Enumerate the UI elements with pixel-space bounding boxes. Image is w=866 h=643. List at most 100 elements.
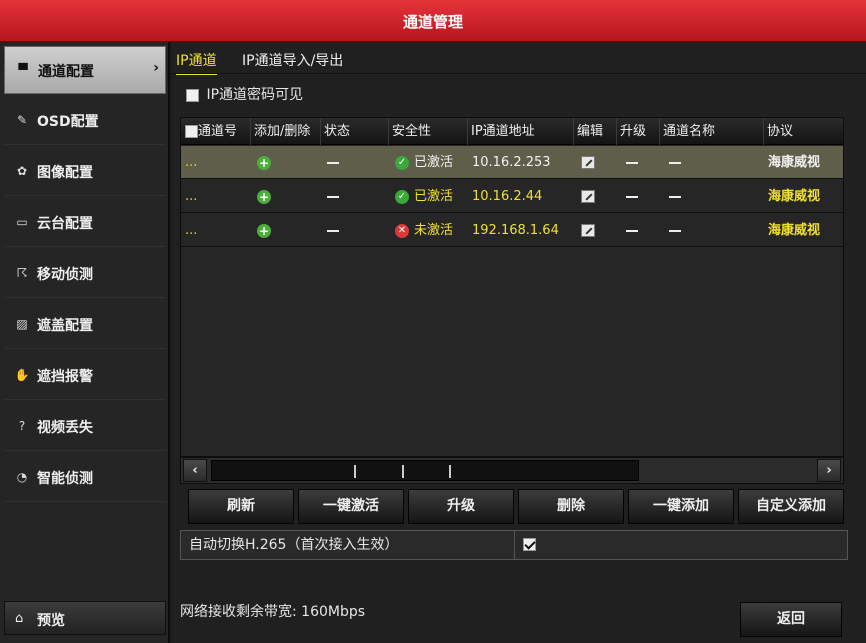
password-visible-option: IP通道密码可见 <box>186 84 303 104</box>
channel-number: ... <box>185 189 198 204</box>
table-row[interactable]: ... + ✕ 未激活 192.168.1.64 海康威视 <box>181 214 843 247</box>
sidebar-item-motion-detection[interactable]: ☈ 移动侦测 <box>4 250 166 298</box>
auto-h265-label: 自动切换H.265（首次接入生效） <box>181 531 515 559</box>
x-circle-icon: ✕ <box>395 223 409 238</box>
preview-label: 预览 <box>37 613 65 629</box>
smart-icon: ◔ <box>16 470 28 484</box>
edit-button[interactable] <box>581 180 595 213</box>
custom-add-button[interactable]: 自定义添加 <box>738 489 844 524</box>
protocol: 海康威视 <box>768 155 821 170</box>
sidebar: ▀ 通道配置 › ✎ OSD配置 ✿ 图像配置 ▭ 云台配置 ☈ 移动侦测 ▨ … <box>0 42 170 643</box>
table-row[interactable]: ... + ✓ 已激活 10.16.2.44 海康威视 <box>181 180 843 213</box>
edit-button[interactable] <box>581 146 595 179</box>
mask-icon: ▨ <box>16 317 28 331</box>
plus-icon: + <box>257 189 271 204</box>
scroll-right-button[interactable]: › <box>817 459 841 482</box>
plus-icon: + <box>257 155 271 170</box>
palette-icon: ✿ <box>16 164 28 178</box>
ptz-icon: ▭ <box>16 215 28 229</box>
chevron-right-icon: › <box>153 60 159 76</box>
ip-address: 10.16.2.44 <box>472 189 543 204</box>
column-header-security: 安全性 <box>389 118 468 145</box>
delete-button[interactable]: 删除 <box>518 489 624 524</box>
column-header-add-delete: 添加/删除 <box>251 118 321 145</box>
password-visible-label: IP通道密码可见 <box>206 87 304 103</box>
auto-h265-checkbox[interactable] <box>523 538 536 551</box>
select-all-checkbox[interactable] <box>185 125 198 138</box>
camera-icon: ▀ <box>18 63 28 77</box>
scroll-left-button[interactable]: ‹ <box>183 459 207 482</box>
sidebar-item-label: 遮盖配置 <box>37 318 93 334</box>
sidebar-item-label: 图像配置 <box>37 165 93 181</box>
sidebar-item-label: 通道配置 <box>38 64 94 80</box>
sidebar-item-image-config[interactable]: ✿ 图像配置 <box>4 148 166 196</box>
chevron-left-icon: ‹ <box>192 463 198 478</box>
check-circle-icon: ✓ <box>395 155 409 170</box>
window-title: 通道管理 <box>402 13 463 31</box>
sidebar-item-channel-config[interactable]: ▀ 通道配置 › <box>4 46 166 94</box>
home-icon: ⌂ <box>15 611 24 626</box>
delete-channel-button[interactable]: + <box>257 146 271 179</box>
edit-icon <box>581 224 595 237</box>
security-status: ✓ 已激活 <box>395 180 453 213</box>
sidebar-item-label: 智能侦测 <box>37 471 93 487</box>
table-header: 通道号 添加/删除 状态 安全性 IP通道地址 编辑 升级 通道名称 协议 <box>181 118 843 145</box>
one-click-add-button[interactable]: 一键添加 <box>628 489 734 524</box>
tab-ip-channel[interactable]: IP通道 <box>176 50 217 75</box>
sidebar-item-osd-config[interactable]: ✎ OSD配置 <box>4 97 166 145</box>
sidebar-item-tamper-alarm[interactable]: ✋ 遮挡报警 <box>4 352 166 400</box>
sidebar-item-smart-detection[interactable]: ◔ 智能侦测 <box>4 454 166 502</box>
upgrade-button[interactable]: 升级 <box>408 489 514 524</box>
question-icon: ? <box>18 419 26 433</box>
status-indicator <box>327 180 339 213</box>
sidebar-item-privacy-mask[interactable]: ▨ 遮盖配置 <box>4 301 166 349</box>
sidebar-item-label: 视频丢失 <box>37 420 93 436</box>
bandwidth-status: 网络接收剩余带宽: 160Mbps <box>180 604 366 620</box>
one-click-activate-button[interactable]: 一键激活 <box>298 489 404 524</box>
upgrade-indicator <box>626 146 638 179</box>
column-header-protocol: 协议 <box>767 124 794 139</box>
chevron-right-icon: › <box>826 463 832 478</box>
main-panel: IP通道 IP通道导入/导出 IP通道密码可见 通道号 添加/删除 状态 安全性… <box>172 42 866 643</box>
table-row[interactable]: ... + ✓ 已激活 10.16.2.253 海康威视 <box>181 146 843 179</box>
pen-icon: ✎ <box>16 113 28 127</box>
column-header-upgrade: 升级 <box>617 118 660 145</box>
protocol: 海康威视 <box>768 189 821 204</box>
status-indicator <box>327 214 339 247</box>
edit-icon <box>581 156 595 169</box>
check-circle-icon: ✓ <box>395 189 409 204</box>
back-button[interactable]: 返回 <box>740 602 842 637</box>
auto-h265-option: 自动切换H.265（首次接入生效） <box>180 530 848 560</box>
horizontal-scrollbar[interactable]: ‹ › <box>180 457 844 484</box>
delete-channel-button[interactable]: + <box>257 180 271 213</box>
tab-divider <box>172 73 866 74</box>
channel-name <box>669 180 681 213</box>
title-bar: 通道管理 <box>0 0 866 42</box>
sidebar-item-ptz-config[interactable]: ▭ 云台配置 <box>4 199 166 247</box>
password-visible-checkbox[interactable] <box>186 88 199 102</box>
column-header-channel[interactable]: 通道号 <box>181 118 251 145</box>
security-status: ✕ 未激活 <box>395 214 453 247</box>
edit-icon <box>581 190 595 203</box>
edit-button[interactable] <box>581 214 595 247</box>
preview-button[interactable]: ⌂ 预览 <box>4 601 166 635</box>
channel-name <box>669 214 681 247</box>
column-header-status: 状态 <box>321 118 389 145</box>
ip-address: 10.16.2.253 <box>472 155 551 170</box>
channel-number: ... <box>185 155 198 170</box>
protocol: 海康威视 <box>768 223 821 238</box>
column-header-ip-address: IP通道地址 <box>468 118 574 145</box>
sidebar-item-label: 移动侦测 <box>37 267 93 283</box>
sidebar-item-label: OSD配置 <box>37 114 99 130</box>
column-header-channel-name: 通道名称 <box>660 118 764 145</box>
scrollbar-thumb[interactable] <box>211 460 639 481</box>
sidebar-item-label: 遮挡报警 <box>37 369 93 385</box>
refresh-button[interactable]: 刷新 <box>188 489 294 524</box>
sidebar-item-video-loss[interactable]: ? 视频丢失 <box>4 403 166 451</box>
sidebar-item-label: 云台配置 <box>37 216 93 232</box>
running-man-icon: ☈ <box>16 266 28 280</box>
tab-ip-channel-import-export[interactable]: IP通道导入/导出 <box>242 50 343 70</box>
delete-channel-button[interactable]: + <box>257 214 271 247</box>
plus-icon: + <box>257 223 271 238</box>
status-indicator <box>327 146 339 179</box>
